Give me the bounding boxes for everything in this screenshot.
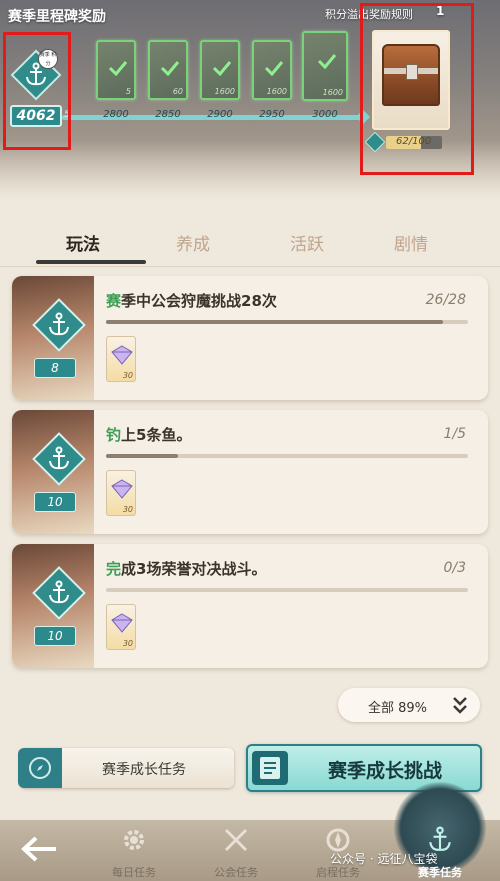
crystal-icon [111, 613, 133, 633]
tab-divider [0, 266, 500, 267]
check-icon [108, 61, 128, 76]
check-icon [160, 61, 180, 76]
task-points-badge: 10 [32, 566, 86, 650]
active-tab-indicator [36, 260, 146, 264]
tab-gameplay[interactable]: 玩法 [28, 230, 138, 255]
season-growth-challenge-label: 赛季成长挑战 [328, 760, 443, 782]
milestone-label: 2800 [103, 109, 129, 120]
highlight-box-right [360, 3, 474, 175]
reward-item[interactable]: 30 [106, 604, 136, 650]
milestone-note: 60 [172, 87, 183, 96]
task-card[interactable]: 10 钓上5条鱼。 1/5 30 [12, 410, 488, 534]
nav-label: 公会任务 [214, 866, 258, 879]
milestone-note: 1600 [214, 87, 235, 96]
tab-story[interactable]: 剧情 [356, 230, 466, 255]
anchor-icon [49, 312, 69, 336]
task-progress-bar [106, 588, 468, 592]
category-tabs: 玩法 养成 活跃 剧情 [0, 222, 500, 266]
reward-item[interactable]: 30 [106, 470, 136, 516]
nav-label: 每日任务 [112, 866, 156, 879]
task-title-text: 上5条鱼。 [121, 426, 192, 444]
check-icon [317, 54, 337, 69]
check-icon [212, 61, 232, 76]
tab-growth[interactable]: 养成 [138, 230, 248, 255]
season-growth-tasks-button[interactable]: 赛季成长任务 [18, 748, 234, 788]
task-title-accent: 赛 [106, 292, 122, 310]
task-progress-text: 26/28 [425, 292, 466, 308]
back-arrow-icon[interactable] [20, 834, 60, 864]
scroll-glyph [260, 757, 280, 779]
task-title: 钓上5条鱼。 [106, 424, 191, 445]
task-title: 赛季中公会狩魔挑战28次 [106, 290, 277, 311]
milestone-reward-3[interactable]: 1600 [200, 40, 240, 100]
milestone-note: 1600 [322, 88, 343, 97]
check-icon [264, 61, 284, 76]
milestone-reward-4[interactable]: 1600 [252, 40, 292, 100]
season-growth-tasks-label: 赛季成长任务 [102, 762, 186, 778]
task-title-text: 成3场荣誉对决战斗。 [121, 560, 267, 578]
nav-item-guild[interactable]: 公会任务 [206, 820, 266, 881]
completion-summary[interactable]: 全部 89% [338, 688, 480, 722]
task-points: 10 [34, 626, 76, 646]
milestone-reward-2[interactable]: 60 [148, 40, 188, 100]
crystal-icon [111, 345, 133, 365]
reward-count: 30 [122, 639, 133, 648]
task-card[interactable]: 8 赛季中公会狩魔挑战28次 26/28 30 [12, 276, 488, 400]
milestone-label: 2900 [207, 109, 233, 120]
milestone-label: 2950 [259, 109, 285, 120]
anchor-icon [49, 446, 69, 470]
completion-summary-text: 全部 89% [368, 701, 428, 716]
task-card[interactable]: 10 完成3场荣誉对决战斗。 0/3 30 [12, 544, 488, 668]
gear-icon [124, 830, 144, 850]
highlight-box-left [3, 32, 71, 150]
anchor-icon [49, 580, 69, 604]
task-points: 8 [34, 358, 76, 378]
task-title: 完成3场荣誉对决战斗。 [106, 558, 266, 579]
task-title-accent: 钓 [106, 426, 122, 444]
task-progress-text: 1/5 [443, 426, 466, 442]
milestone-reward-5[interactable]: 1600 [302, 31, 348, 101]
task-title-text: 季中公会狩魔挑战28次 [121, 292, 277, 310]
compass-icon [29, 757, 51, 779]
task-points: 10 [34, 492, 76, 512]
reward-item[interactable]: 30 [106, 336, 136, 382]
compass-button-icon [18, 748, 62, 788]
crossed-swords-icon [224, 828, 248, 852]
reward-count: 30 [122, 371, 133, 380]
task-progress-bar [106, 320, 468, 324]
task-points-badge: 8 [32, 298, 86, 382]
task-title-accent: 完 [106, 560, 122, 578]
watermark: 公众号 · 远征八宝袋 [330, 852, 438, 866]
scroll-icon [252, 751, 288, 785]
page-title: 赛季里程碑奖励 [8, 9, 106, 25]
milestone-label: 2850 [155, 109, 181, 120]
milestone-label: 3000 [312, 109, 338, 120]
task-progress-bar [106, 454, 468, 458]
milestone-note: 5 [125, 87, 131, 96]
task-progress-text: 0/3 [443, 560, 466, 576]
milestone-note: 1600 [266, 87, 287, 96]
crystal-icon [111, 479, 133, 499]
tab-activity[interactable]: 活跃 [252, 230, 362, 255]
reward-count: 30 [122, 505, 133, 514]
task-progress-fill [106, 320, 443, 324]
milestone-reward-1[interactable]: 5 [96, 40, 136, 100]
double-chevron-down-icon [453, 697, 467, 714]
task-points-badge: 10 [32, 432, 86, 516]
nav-item-daily[interactable]: 每日任务 [104, 820, 164, 881]
task-progress-fill [106, 454, 179, 458]
